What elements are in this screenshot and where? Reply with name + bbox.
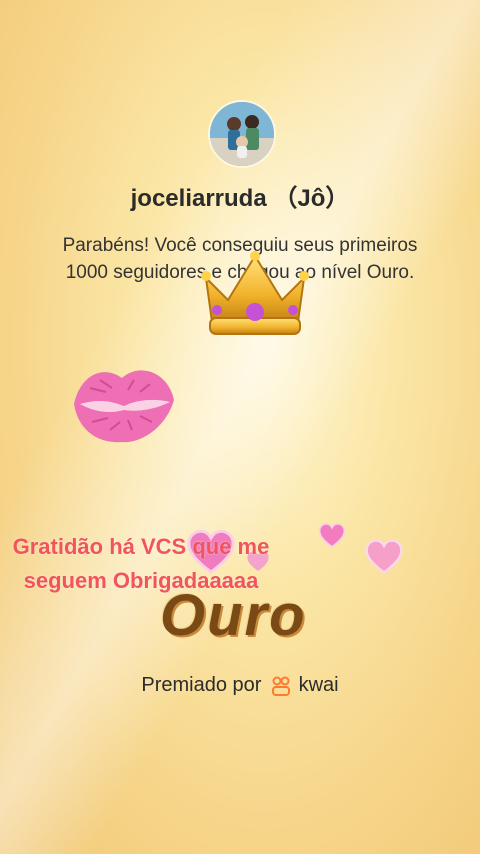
heart-icon <box>318 523 346 548</box>
kwai-brand: kwai <box>298 674 339 696</box>
avatar-photo-icon <box>210 102 274 166</box>
premiado-label: Premiado por <box>141 674 262 696</box>
kiss-lips-icon <box>74 370 174 443</box>
footer-award: Premiado por kwai <box>0 674 480 697</box>
kwai-logo-icon <box>272 676 291 696</box>
avatar[interactable] <box>208 100 276 168</box>
gratitude-overlay-text: Gratidão há VCS que me seguem Obrigadaaa… <box>12 534 270 593</box>
username: joceliarruda （Jô） <box>130 185 350 212</box>
crown-icon <box>201 251 309 335</box>
heart-icon <box>365 539 403 574</box>
